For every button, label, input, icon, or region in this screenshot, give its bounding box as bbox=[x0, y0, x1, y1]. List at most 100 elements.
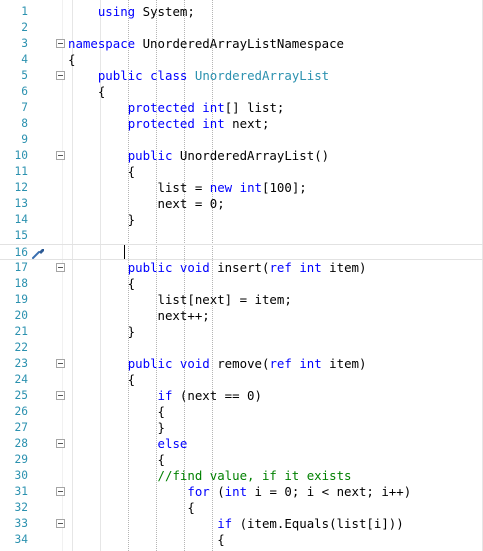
code-text: } bbox=[68, 420, 165, 435]
line-number: 5 bbox=[21, 69, 28, 82]
code-editor[interactable]: 1 using System; 2 3 namespace UnorderedArra… bbox=[0, 0, 483, 551]
collapse-toggle-icon[interactable] bbox=[56, 71, 65, 80]
collapse-toggle-icon[interactable] bbox=[56, 391, 65, 400]
line-number: 20 bbox=[14, 309, 28, 322]
line-number: 18 bbox=[14, 277, 28, 290]
line-number: 34 bbox=[14, 533, 28, 546]
code-line[interactable]: 23 public void remove(ref int item) bbox=[0, 356, 483, 372]
code-line[interactable]: 26 { bbox=[0, 404, 483, 420]
code-text: namespace UnorderedArrayListNamespace bbox=[68, 36, 345, 51]
code-text: } bbox=[68, 212, 136, 227]
code-text: { bbox=[68, 52, 76, 67]
code-line[interactable]: 15 bbox=[0, 228, 483, 244]
collapse-toggle-icon[interactable] bbox=[56, 439, 65, 448]
code-line[interactable]: 18 { bbox=[0, 276, 483, 292]
line-number: 4 bbox=[21, 53, 28, 66]
collapse-toggle-icon[interactable] bbox=[56, 519, 65, 528]
code-line[interactable]: 1 using System; bbox=[0, 4, 483, 20]
line-number: 19 bbox=[14, 293, 28, 306]
code-line[interactable]: 2 bbox=[0, 20, 483, 36]
code-text: protected int next; bbox=[127, 116, 270, 131]
code-line[interactable]: 17 public void insert(ref int item) bbox=[0, 260, 483, 276]
code-line[interactable]: 12 list = new int[100]; bbox=[0, 180, 483, 196]
code-text: protected int[] list; bbox=[127, 100, 285, 115]
code-text: public void remove(ref int item) bbox=[127, 356, 367, 371]
line-number: 3 bbox=[21, 37, 28, 50]
code-line[interactable]: 32 { bbox=[0, 500, 483, 516]
line-number: 15 bbox=[14, 229, 28, 242]
code-line[interactable]: 27 } bbox=[0, 420, 483, 436]
code-text: { bbox=[68, 452, 165, 467]
code-text: if (item.Equals(list[i])) bbox=[217, 516, 404, 531]
code-line[interactable]: 11 { bbox=[0, 164, 483, 180]
code-line[interactable]: 21 } bbox=[0, 324, 483, 340]
code-line[interactable]: 29 { bbox=[0, 452, 483, 468]
line-number: 12 bbox=[14, 181, 28, 194]
code-text: public void insert(ref int item) bbox=[127, 260, 367, 275]
code-text: list = new int[100]; bbox=[68, 180, 307, 195]
line-number: 21 bbox=[14, 325, 28, 338]
code-text: public class UnorderedArrayList bbox=[97, 68, 330, 83]
line-number: 31 bbox=[14, 485, 28, 498]
collapse-toggle-icon[interactable] bbox=[56, 359, 65, 368]
code-text: { bbox=[68, 164, 136, 179]
code-line[interactable]: 19 list[next] = item; bbox=[0, 292, 483, 308]
line-number: 13 bbox=[14, 197, 28, 210]
code-line[interactable]: 33 if (item.Equals(list[i])) bbox=[0, 516, 483, 532]
code-line[interactable]: 8 protected int next; bbox=[0, 116, 483, 132]
code-text: list[next] = item; bbox=[68, 292, 292, 307]
code-line[interactable]: 24 { bbox=[0, 372, 483, 388]
code-line[interactable]: 34 { bbox=[0, 532, 483, 548]
line-number: 25 bbox=[14, 389, 28, 402]
line-number: 26 bbox=[14, 405, 28, 418]
line-number: 22 bbox=[14, 341, 28, 354]
code-line[interactable]: 14 } bbox=[0, 212, 483, 228]
code-line[interactable]: 6 { bbox=[0, 84, 483, 100]
code-line[interactable]: 30 //find value, if it exists bbox=[0, 468, 483, 484]
collapse-toggle-icon[interactable] bbox=[56, 487, 65, 496]
collapse-toggle-icon[interactable] bbox=[56, 39, 65, 48]
line-number: 16 bbox=[14, 246, 28, 259]
collapse-toggle-icon[interactable] bbox=[56, 151, 65, 160]
code-text: } bbox=[68, 324, 136, 339]
line-number: 27 bbox=[14, 421, 28, 434]
collapse-toggle-icon[interactable] bbox=[56, 263, 65, 272]
code-text: next = 0; bbox=[68, 196, 225, 211]
code-line[interactable]: 28 else bbox=[0, 436, 483, 452]
code-text: for (int i = 0; i < next; i++) bbox=[187, 484, 412, 499]
code-line[interactable]: 3 namespace UnorderedArrayListNamespace bbox=[0, 36, 483, 52]
screwdriver-icon[interactable] bbox=[30, 246, 46, 260]
code-line[interactable]: 20 next++; bbox=[0, 308, 483, 324]
code-line[interactable]: 5 public class UnorderedArrayList bbox=[0, 68, 483, 84]
code-line[interactable]: 25 if (next == 0) bbox=[0, 388, 483, 404]
line-number: 7 bbox=[21, 101, 28, 114]
code-line[interactable]: 31 for (int i = 0; i < next; i++) bbox=[0, 484, 483, 500]
code-text: else bbox=[157, 436, 188, 451]
code-line[interactable]: 13 next = 0; bbox=[0, 196, 483, 212]
line-number: 8 bbox=[21, 117, 28, 130]
code-text: //find value, if it exists bbox=[157, 468, 352, 483]
code-line[interactable]: 16 bbox=[0, 244, 483, 260]
line-number: 1 bbox=[21, 5, 28, 18]
code-text: next++; bbox=[68, 308, 210, 323]
line-number: 10 bbox=[14, 149, 28, 162]
code-text: using System; bbox=[97, 4, 195, 19]
code-text: { bbox=[68, 532, 225, 547]
code-line[interactable]: 10 public UnorderedArrayList() bbox=[0, 148, 483, 164]
line-number: 6 bbox=[21, 85, 28, 98]
line-number: 24 bbox=[14, 373, 28, 386]
code-text: public UnorderedArrayList() bbox=[127, 148, 330, 163]
line-number: 29 bbox=[14, 453, 28, 466]
line-number: 2 bbox=[21, 21, 28, 34]
line-number: 28 bbox=[14, 437, 28, 450]
code-text: { bbox=[68, 500, 195, 515]
line-number: 32 bbox=[14, 501, 28, 514]
code-line[interactable]: 7 protected int[] list; bbox=[0, 100, 483, 116]
line-number: 11 bbox=[14, 165, 28, 178]
code-text: { bbox=[68, 404, 165, 419]
code-text: { bbox=[68, 84, 106, 99]
code-line[interactable]: 22 bbox=[0, 340, 483, 356]
code-line[interactable]: 4{ bbox=[0, 52, 483, 68]
code-text: if (next == 0) bbox=[157, 388, 262, 403]
code-line[interactable]: 9 bbox=[0, 132, 483, 148]
